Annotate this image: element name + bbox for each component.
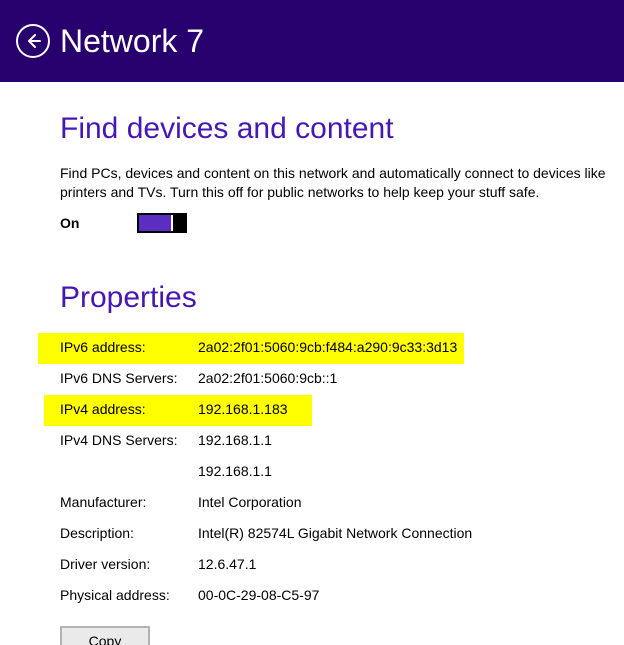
property-value: 192.168.1.1 — [198, 463, 624, 479]
property-row-ipv6-dns: IPv6 DNS Servers: 2a02:2f01:5060:9cb::1 — [60, 364, 624, 395]
property-value: 192.168.1.183 — [198, 401, 312, 417]
find-devices-toggle[interactable] — [137, 213, 187, 233]
properties-list: IPv6 address: 2a02:2f01:5060:9cb:f484:a2… — [60, 333, 624, 645]
toggle-knob — [173, 213, 185, 233]
properties-title: Properties — [60, 281, 624, 315]
property-label: Driver version: — [60, 556, 198, 572]
property-row-manufacturer: Manufacturer: Intel Corporation — [60, 488, 624, 519]
property-row-driver-version: Driver version: 12.6.47.1 — [60, 550, 624, 581]
property-row-physical-address: Physical address: 00-0C-29-08-C5-97 — [60, 581, 624, 612]
property-row-ipv4-address: IPv4 address: 192.168.1.183 — [44, 395, 312, 426]
property-label: Physical address: — [60, 587, 198, 603]
toggle-fill — [139, 215, 171, 231]
property-row-ipv4-dns-2: 192.168.1.1 — [60, 457, 624, 488]
find-devices-toggle-row: On — [60, 213, 624, 233]
property-row-ipv4-dns: IPv4 DNS Servers: 192.168.1.1 — [60, 426, 624, 457]
property-row-description: Description: Intel(R) 82574L Gigabit Net… — [60, 519, 624, 550]
property-value: 2a02:2f01:5060:9cb::1 — [198, 370, 624, 386]
property-value: 2a02:2f01:5060:9cb:f484:a290:9c33:3d13 — [198, 339, 464, 355]
back-button[interactable] — [16, 24, 50, 58]
property-value: Intel Corporation — [198, 494, 624, 510]
property-value: 12.6.47.1 — [198, 556, 624, 572]
back-arrow-icon — [24, 32, 42, 50]
find-devices-title: Find devices and content — [60, 112, 624, 146]
property-label: IPv6 DNS Servers: — [60, 370, 198, 386]
property-value: 192.168.1.1 — [198, 432, 624, 448]
toggle-state-label: On — [60, 215, 79, 231]
copy-button[interactable]: Copy — [60, 626, 150, 645]
property-label: Manufacturer: — [60, 494, 198, 510]
property-label: IPv4 address: — [60, 401, 198, 417]
property-value: Intel(R) 82574L Gigabit Network Connecti… — [198, 525, 624, 541]
property-label: IPv4 DNS Servers: — [60, 432, 198, 448]
content-area: Find devices and content Find PCs, devic… — [0, 82, 624, 645]
property-label: IPv6 address: — [60, 339, 198, 355]
property-row-ipv6-address: IPv6 address: 2a02:2f01:5060:9cb:f484:a2… — [38, 333, 464, 364]
page-title: Network 7 — [60, 23, 204, 60]
property-label: Description: — [60, 525, 198, 541]
property-value: 00-0C-29-08-C5-97 — [198, 587, 624, 603]
header-bar: Network 7 — [0, 0, 624, 82]
find-devices-description: Find PCs, devices and content on this ne… — [60, 164, 610, 203]
